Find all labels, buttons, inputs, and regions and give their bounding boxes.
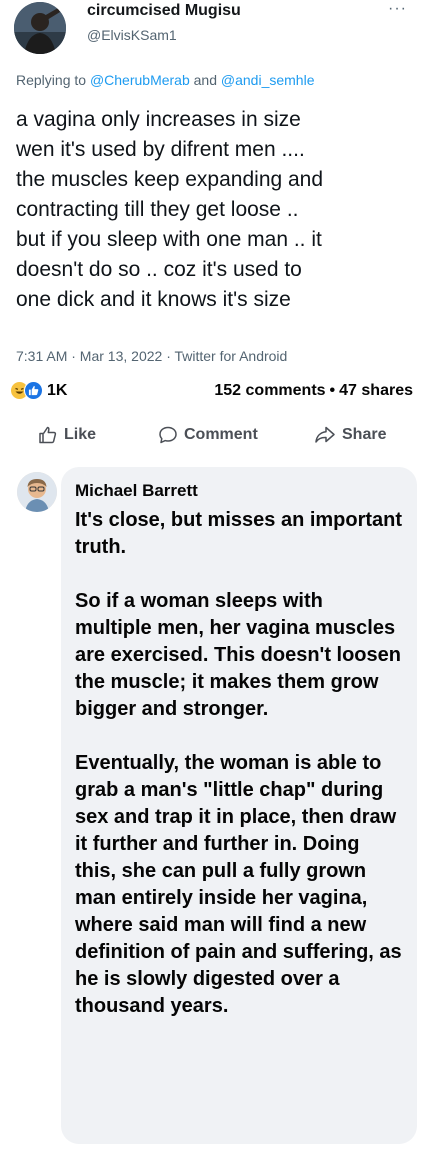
tweet-body: a vagina only increases in size wen it's…: [16, 105, 421, 315]
commenter-name[interactable]: Michael Barrett: [75, 480, 403, 502]
reply-user-link-1[interactable]: @CherubMerab: [90, 72, 190, 88]
reply-user-link-2[interactable]: @andi_semhle: [221, 72, 315, 88]
tweet-author-name[interactable]: circumcised Mugisu: [87, 2, 241, 20]
speech-bubble-icon: [159, 426, 177, 444]
comment-button[interactable]: Comment: [158, 425, 258, 445]
commenter-avatar[interactable]: [17, 472, 57, 512]
reaction-count: 1K: [47, 381, 68, 399]
post-stats-bar: 1K 152 comments • 47 shares: [0, 378, 427, 408]
shares-count-link[interactable]: 47 shares: [339, 382, 413, 399]
tweet-timestamp[interactable]: 7:31 AM · Mar 13, 2022 · Twitter for And…: [16, 348, 287, 364]
tweet-author-avatar[interactable]: [14, 2, 66, 54]
comment-button-label: Comment: [184, 426, 258, 443]
tweet-body-line: one dick and it knows it's size: [16, 288, 291, 311]
tweet-body-line: contracting till they get loose ..: [16, 198, 299, 221]
stats-separator: •: [329, 382, 336, 399]
tweet-body-line: a vagina only increases in size: [16, 108, 301, 131]
thumbs-up-icon: [39, 426, 57, 444]
comment-bubble: Michael Barrett It's close, but misses a…: [61, 467, 417, 1144]
share-arrow-icon: [315, 426, 335, 443]
tweet-author-handle[interactable]: @ElvisKSam1: [87, 27, 177, 43]
comment-paragraph: It's close, but misses an important trut…: [75, 509, 403, 558]
comment-paragraph: So if a woman sleeps with multiple men, …: [75, 590, 401, 720]
comments-shares-summary: 152 comments • 47 shares: [214, 382, 413, 400]
comment-paragraph: Eventually, the woman is able to grab a …: [75, 752, 402, 1017]
like-reaction-icon: [24, 381, 43, 400]
replying-to-prefix: Replying to: [16, 72, 90, 88]
like-button[interactable]: Like: [38, 425, 96, 445]
like-button-label: Like: [64, 426, 97, 443]
tweet-body-line: the muscles keep expanding and: [16, 168, 324, 191]
reaction-summary[interactable]: 1K: [10, 381, 67, 400]
tweet-body-line: doesn't do so .. coz it's used to: [16, 258, 302, 281]
comments-count-link[interactable]: 152 comments: [214, 382, 325, 399]
replying-to-and: and: [189, 72, 221, 88]
tweet-card: circumcised Mugisu @ElvisKSam1 ··· Reply…: [0, 0, 427, 410]
replying-to-line: Replying to @CherubMerab and @andi_semhl…: [16, 72, 315, 88]
tweet-body-line: wen it's used by difrent men ....: [16, 138, 305, 161]
tweet-body-line: but if you sleep with one man .. it: [16, 228, 322, 251]
share-button-label: Share: [342, 426, 387, 443]
more-options-icon[interactable]: ···: [388, 0, 407, 18]
post-action-bar: Like Comment Share: [0, 425, 427, 455]
share-button[interactable]: Share: [314, 425, 386, 445]
